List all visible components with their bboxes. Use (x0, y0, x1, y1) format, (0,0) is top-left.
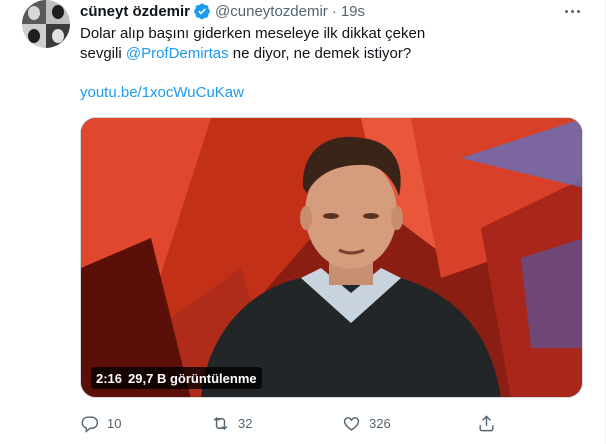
video-link[interactable]: youtu.be/1xocWuCuKaw (80, 83, 244, 103)
author-handle[interactable]: @cuneytozdemir (215, 3, 328, 20)
reply-button[interactable]: 10 (80, 410, 121, 436)
retweet-icon (213, 416, 228, 430)
tweet-actions: 10 32 326 (80, 410, 590, 436)
tweet-text-line: Dolar alıp başını giderken meseleye ilk … (80, 25, 426, 42)
reply-count: 10 (107, 415, 122, 431)
video-stats-badge: 2:16 29,7 B görüntülenme (91, 367, 262, 389)
retweet-button[interactable]: 32 (211, 410, 252, 436)
tweet-text: Dolar alıp başını giderken meseleye ilk … (80, 24, 580, 64)
like-icon (343, 416, 360, 431)
separator-dot: · (331, 2, 337, 20)
share-icon (479, 414, 494, 431)
avatar-face (28, 29, 40, 43)
video-views: 29,7 B görüntülenme (128, 370, 257, 386)
share-button[interactable] (477, 410, 496, 436)
tweet-text-suffix: ne diyor, ne demek istiyor? (228, 45, 412, 62)
more-icon[interactable] (562, 2, 582, 20)
tweet-text-prefix: sevgili (80, 45, 126, 62)
tweet-timestamp[interactable]: 19s (341, 3, 365, 20)
avatar-face (52, 29, 64, 43)
reply-icon (81, 415, 99, 433)
like-count: 326 (369, 415, 391, 431)
avatar-face (28, 6, 40, 20)
more-dot (570, 9, 574, 13)
video-frame (81, 118, 582, 397)
like-button[interactable]: 326 (342, 410, 391, 436)
more-dot (576, 9, 580, 13)
avatar-face (52, 5, 64, 19)
avatar[interactable] (22, 0, 70, 48)
tweet-text-line: sevgili @ProfDemirtas ne diyor, ne demek… (80, 44, 580, 64)
retweet-count: 32 (238, 415, 253, 431)
verified-badge-icon (193, 2, 211, 20)
tweet-card[interactable]: cüneyt özdemir @cuneytozdemir · 19s Dola… (0, 0, 606, 444)
more-dot (564, 9, 568, 13)
mention-link[interactable]: @ProfDemirtas (126, 45, 229, 62)
video-player[interactable] (80, 117, 583, 398)
video-duration: 2:16 (96, 370, 123, 386)
author-name[interactable]: cüneyt özdemir (80, 3, 190, 20)
tweet-header: cüneyt özdemir @cuneytozdemir · 19s (80, 1, 365, 21)
